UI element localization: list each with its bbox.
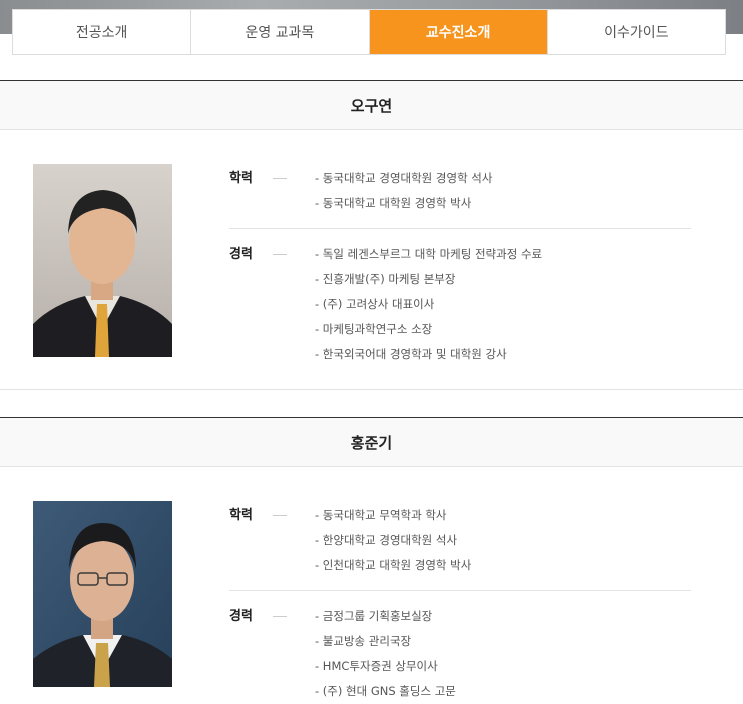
tab-faculty[interactable]: 교수진소개 [369, 10, 548, 54]
professor-card: 홍준기 학력 - 동국대학교 무역학과 학사 - 한양대학교 경영대학원 석사 … [0, 417, 743, 698]
professor-photo [33, 164, 172, 357]
professor-info: 학력 - 동국대학교 무역학과 학사 - 한양대학교 경영대학원 석사 - 인천… [229, 503, 691, 704]
career-item: - 한국외국어대 경영학과 및 대학원 강사 [315, 347, 507, 361]
separator-dash [273, 254, 287, 255]
career-item: - (주) 현대 GNS 홀딩스 고문 [315, 684, 456, 698]
career-item: - HMC투자증권 상무이사 [315, 659, 438, 673]
divider [229, 590, 691, 591]
divider [229, 228, 691, 229]
career-item: - 독일 레겐스부르그 대학 마케팅 전략과정 수료 [315, 247, 543, 261]
professor-photo [33, 501, 172, 687]
career-list: - 금정그룹 기획홍보실장 - 불교방송 관리국장 - HMC투자증권 상무이사… [315, 604, 456, 704]
education-item: - 동국대학교 대학원 경영학 박사 [315, 196, 472, 210]
education-label: 학력 [229, 508, 253, 523]
professor-info: 학력 - 동국대학교 경영대학원 경영학 석사 - 동국대학교 대학원 경영학 … [229, 166, 691, 367]
tab-bar: 전공소개 운영 교과목 교수진소개 이수가이드 [12, 9, 726, 55]
separator-dash [273, 616, 287, 617]
education-item: - 동국대학교 경영대학원 경영학 석사 [315, 171, 493, 185]
career-item: - 금정그룹 기획홍보실장 [315, 609, 433, 623]
career-list: - 독일 레겐스부르그 대학 마케팅 전략과정 수료 - 진흥개발(주) 마케팅… [315, 242, 542, 367]
career-block: 경력 - 금정그룹 기획홍보실장 - 불교방송 관리국장 - HMC투자증권 상… [229, 604, 691, 704]
education-block: 학력 - 동국대학교 무역학과 학사 - 한양대학교 경영대학원 석사 - 인천… [229, 503, 691, 578]
education-item: - 한양대학교 경영대학원 석사 [315, 533, 458, 547]
career-item: - 마케팅과학연구소 소장 [315, 322, 433, 336]
education-list: - 동국대학교 무역학과 학사 - 한양대학교 경영대학원 석사 - 인천대학교… [315, 503, 471, 578]
career-item: - 불교방송 관리국장 [315, 634, 412, 648]
education-list: - 동국대학교 경영대학원 경영학 석사 - 동국대학교 대학원 경영학 박사 [315, 166, 492, 216]
career-item: - 진흥개발(주) 마케팅 본부장 [315, 272, 456, 286]
section-divider [0, 389, 743, 390]
tab-courses[interactable]: 운영 교과목 [191, 10, 370, 54]
tab-guide[interactable]: 이수가이드 [548, 10, 725, 54]
separator-dash [273, 515, 287, 516]
professor-name: 홍준기 [0, 417, 743, 467]
career-block: 경력 - 독일 레겐스부르그 대학 마케팅 전략과정 수료 - 진흥개발(주) … [229, 242, 691, 367]
professor-card: 오구연 학력 - 동국대학교 경영대학원 경영학 석사 - 동국대학교 대학원 … [0, 80, 743, 361]
career-label: 경력 [229, 247, 253, 262]
separator-dash [273, 178, 287, 179]
education-label: 학력 [229, 171, 253, 186]
career-label: 경력 [229, 609, 253, 624]
education-item: - 동국대학교 무역학과 학사 [315, 508, 447, 522]
career-item: - (주) 고려상사 대표이사 [315, 297, 435, 311]
education-block: 학력 - 동국대학교 경영대학원 경영학 석사 - 동국대학교 대학원 경영학 … [229, 166, 691, 216]
tab-major-intro[interactable]: 전공소개 [13, 10, 192, 54]
professor-name: 오구연 [0, 80, 743, 130]
education-item: - 인천대학교 대학원 경영학 박사 [315, 558, 472, 572]
